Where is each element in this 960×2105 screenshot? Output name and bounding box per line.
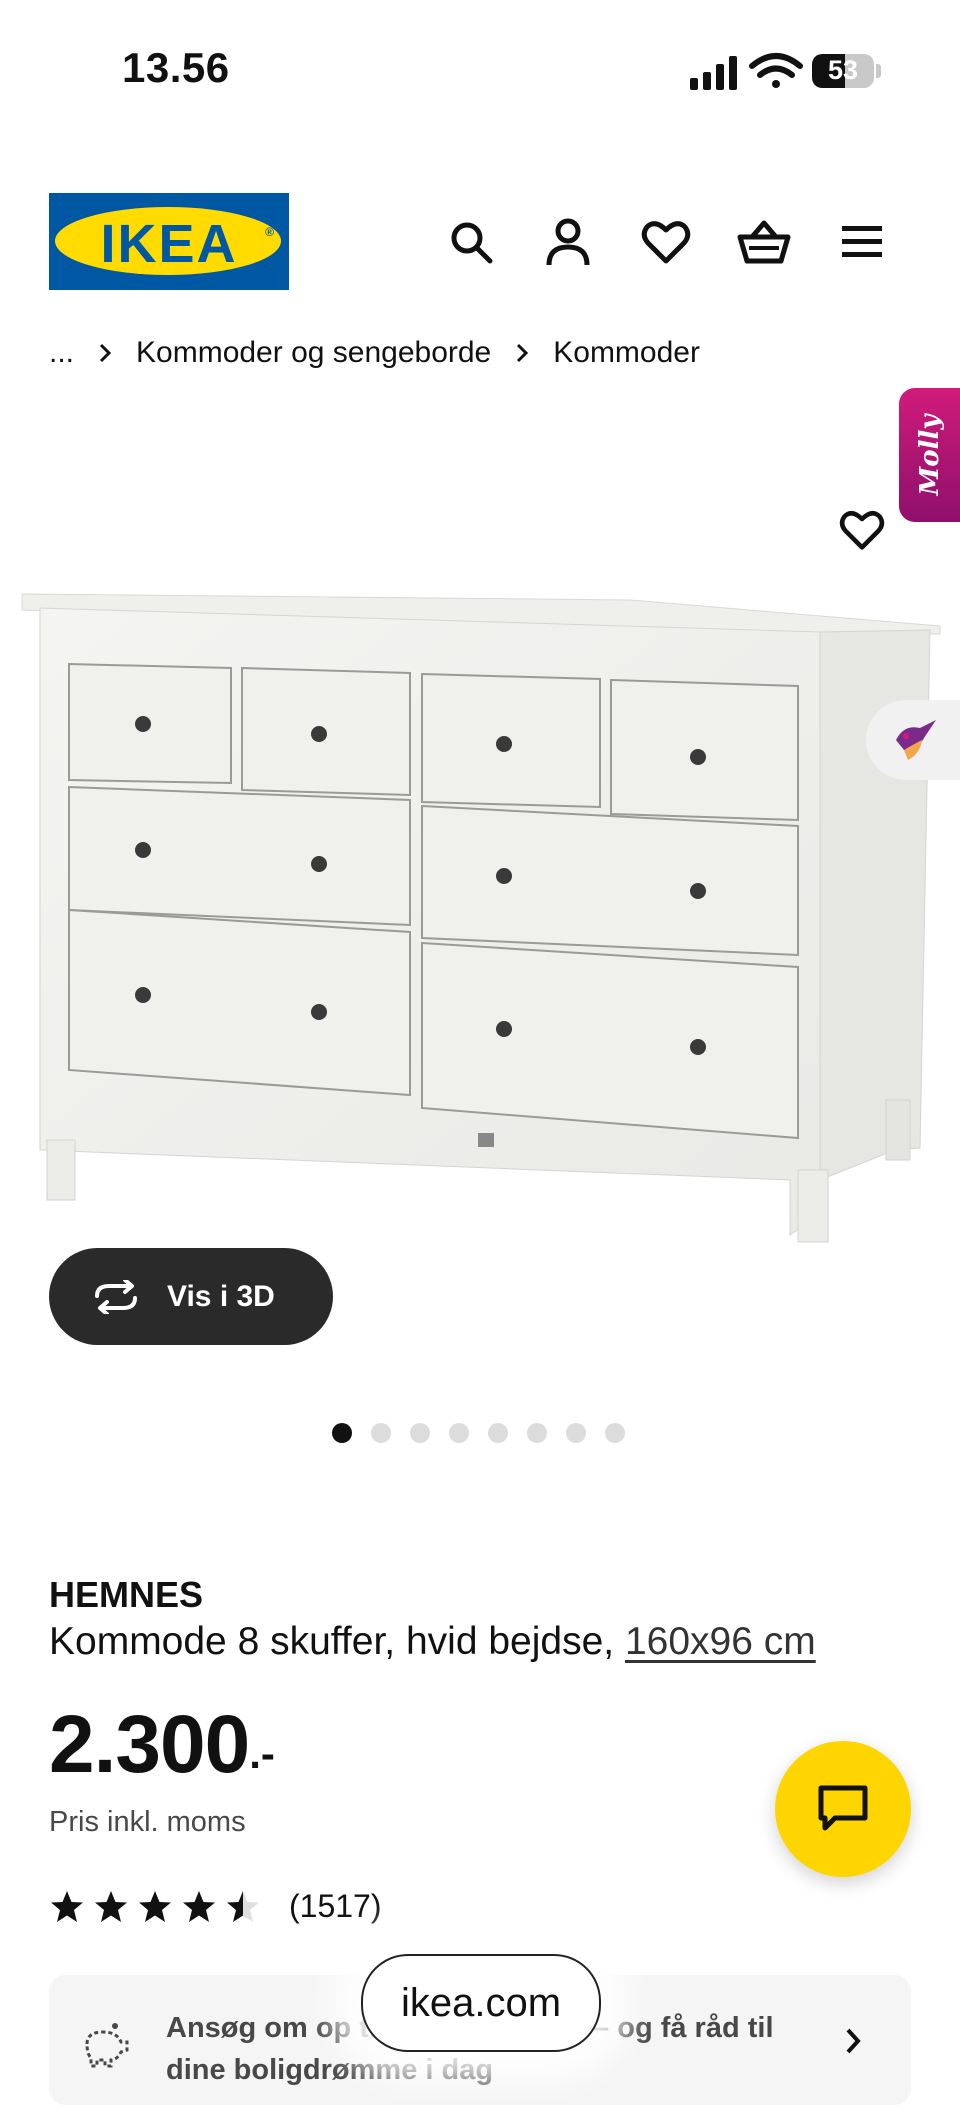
battery-icon: 53 — [812, 54, 874, 88]
star-icon — [51, 1890, 83, 1922]
star-rating — [49, 1889, 261, 1925]
pagination-dot[interactable] — [332, 1423, 352, 1443]
pagination-dot[interactable] — [527, 1423, 547, 1443]
basket-icon[interactable] — [734, 212, 794, 272]
bird-widget-button[interactable] — [866, 700, 960, 780]
signal-icon — [690, 56, 737, 90]
rating[interactable]: (1517) — [49, 1888, 382, 1925]
pagination-dot[interactable] — [488, 1423, 508, 1443]
status-time: 13.56 — [122, 44, 230, 91]
battery-level: 53 — [827, 55, 859, 85]
view-3d-button[interactable]: Vis i 3D — [49, 1248, 333, 1345]
view-3d-label: Vis i 3D — [167, 1279, 275, 1313]
breadcrumb: ... Kommoder og sengeborde Kommoder — [49, 333, 700, 373]
heart-icon — [839, 510, 885, 550]
product-size-link[interactable]: 160x96 cm — [625, 1620, 816, 1663]
product-description: Kommode 8 skuffer, hvid bejdse, 160x96 c… — [49, 1620, 816, 1664]
registered-mark: ® — [265, 225, 274, 239]
price-note: Pris inkl. moms — [49, 1806, 246, 1838]
favorite-product-button[interactable] — [832, 500, 892, 560]
piggy-bank-icon — [85, 2023, 129, 2068]
star-icon — [95, 1890, 127, 1922]
bird-icon — [896, 720, 936, 760]
breadcrumb-ellipsis[interactable]: ... — [49, 336, 74, 370]
star-icon — [183, 1890, 215, 1922]
product-image[interactable] — [0, 580, 960, 1260]
pagination-dot[interactable] — [410, 1423, 430, 1443]
rotate-3d-icon — [95, 1279, 137, 1314]
profile-icon[interactable] — [538, 212, 598, 272]
chevron-right-icon — [99, 343, 112, 363]
molly-label: Molly — [914, 414, 945, 496]
chat-button[interactable] — [775, 1741, 911, 1877]
pagination-dot[interactable] — [605, 1423, 625, 1443]
star-icon — [227, 1890, 259, 1922]
chat-icon — [818, 1785, 868, 1831]
wifi-icon — [749, 53, 803, 88]
review-count[interactable]: (1517) — [289, 1888, 382, 1925]
molly-assistant-tab[interactable]: Molly — [899, 388, 960, 522]
battery-cap — [876, 64, 881, 78]
search-icon[interactable] — [441, 212, 501, 272]
breadcrumb-item-kommoder[interactable]: Kommoder — [553, 336, 700, 370]
product-price: 2.300 .- — [49, 1700, 275, 1790]
star-icon — [139, 1890, 171, 1922]
product-description-text: Kommode 8 skuffer, hvid bejdse, — [49, 1620, 615, 1663]
ikea-logo[interactable]: IKEA ® — [49, 193, 289, 290]
pagination-dot[interactable] — [566, 1423, 586, 1443]
price-suffix: .- — [249, 1730, 275, 1777]
pagination-dot[interactable] — [371, 1423, 391, 1443]
address-bar[interactable]: ikea.com — [361, 1954, 601, 2052]
breadcrumb-item-kommoder-og-sengeborde[interactable]: Kommoder og sengeborde — [136, 336, 491, 370]
price-value: 2.300 — [49, 1699, 250, 1790]
chevron-right-icon — [517, 343, 529, 363]
heart-icon[interactable] — [636, 212, 696, 272]
gallery-pagination — [332, 1423, 625, 1443]
logo-text: IKEA — [100, 214, 238, 274]
product-name: HEMNES — [49, 1574, 204, 1615]
menu-icon[interactable] — [832, 212, 892, 272]
chevron-right-icon — [846, 2028, 861, 2054]
pagination-dot[interactable] — [449, 1423, 469, 1443]
